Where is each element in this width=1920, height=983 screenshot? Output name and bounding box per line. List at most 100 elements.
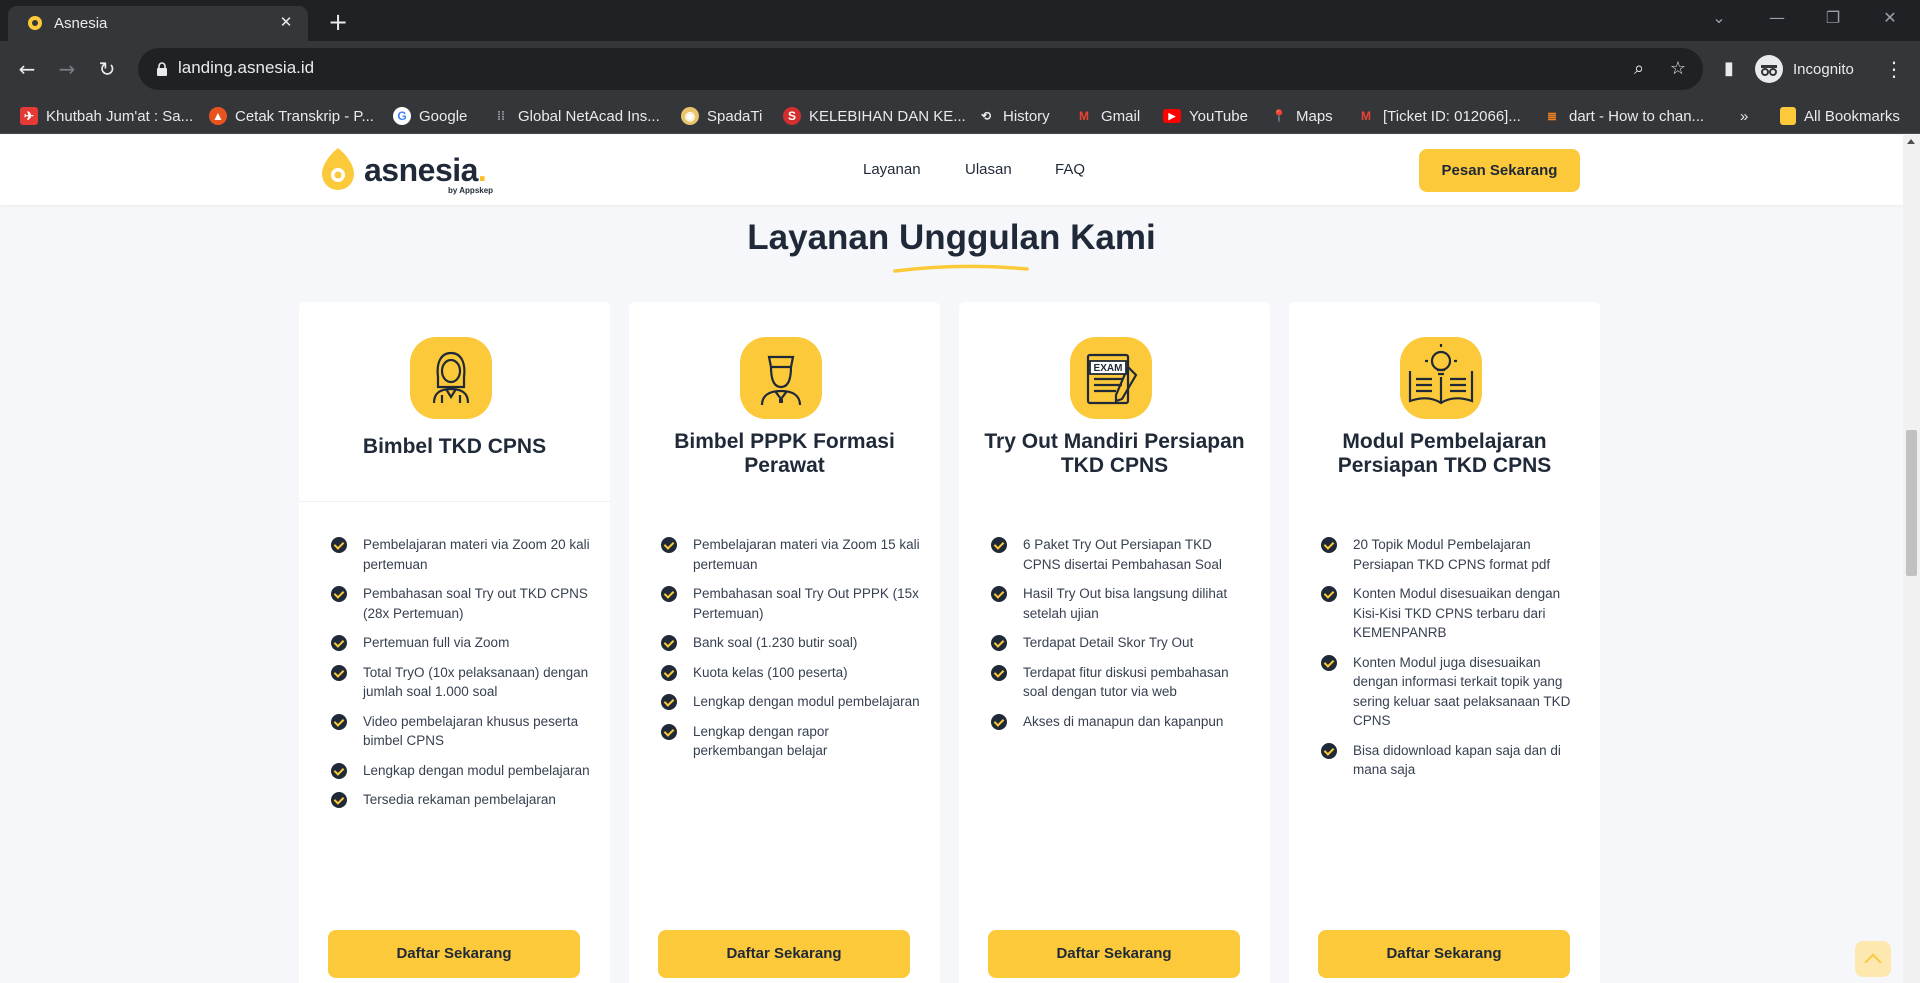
- section-title: Layanan Unggulan Kami: [747, 218, 1156, 257]
- feature-item: Pertemuan full via Zoom: [331, 633, 591, 653]
- daftar-sekarang-button[interactable]: Daftar Sekarang: [1318, 930, 1570, 978]
- bookmark-item[interactable]: G Google: [393, 105, 467, 127]
- page-viewport: asnesia. by Appskep Layanan Ulasan FAQ P…: [0, 135, 1903, 983]
- lock-icon: [157, 62, 167, 76]
- check-icon: [331, 635, 347, 651]
- service-card: Bimbel TKD CPNS Pembelajaran materi via …: [299, 302, 610, 983]
- gmail-icon: M: [1079, 109, 1089, 123]
- check-icon: [661, 694, 677, 710]
- nav-ulasan[interactable]: Ulasan: [965, 161, 1012, 178]
- scroll-to-top-button[interactable]: [1855, 941, 1891, 977]
- bookmark-item[interactable]: M Gmail: [1075, 105, 1140, 127]
- bookmark-item[interactable]: 📍 Maps: [1270, 105, 1333, 127]
- feature-list: Pembelajaran materi via Zoom 15 kali per…: [661, 535, 921, 771]
- bookmark-item[interactable]: ⁞⁞ Global NetAcad Ins...: [492, 105, 660, 127]
- restore-icon[interactable]: ❐: [1821, 8, 1845, 27]
- bookmark-item[interactable]: ▶ YouTube: [1163, 105, 1248, 127]
- cisco-icon: ⁞⁞: [497, 109, 505, 123]
- service-card: Modul Pembelajaran Persiapan TKD CPNS 20…: [1289, 302, 1600, 983]
- menu-kebab-icon[interactable]: ⋮: [1880, 55, 1908, 83]
- feature-list: 20 Topik Modul Pembelajaran Persiapan TK…: [1321, 535, 1581, 790]
- tab-search-icon[interactable]: ⌄: [1707, 8, 1731, 27]
- side-panel-icon[interactable]: ▮: [1715, 55, 1743, 83]
- card-title: Modul Pembelajaran Persiapan TKD CPNS: [1337, 430, 1552, 477]
- check-icon: [1321, 586, 1337, 602]
- browser-tabbar: Asnesia ✕ + ⌄ — ❐ ✕: [0, 0, 1920, 41]
- book-bulb-icon: [1400, 337, 1482, 419]
- nav-layanan[interactable]: Layanan: [863, 161, 921, 178]
- nurse-icon: [740, 337, 822, 419]
- address-bar[interactable]: landing.asnesia.id ⌕ ☆: [138, 48, 1703, 90]
- minimize-icon[interactable]: —: [1765, 8, 1789, 27]
- title-underline-decoration: [893, 264, 1029, 273]
- feature-item: Hasil Try Out bisa langsung dilihat sete…: [991, 584, 1251, 623]
- new-tab-icon[interactable]: +: [325, 10, 351, 36]
- check-icon: [661, 537, 677, 553]
- check-icon: [991, 664, 1007, 681]
- feature-item: Lengkap dengan modul pembelajaran: [331, 761, 591, 781]
- pesan-sekarang-button[interactable]: Pesan Sekarang: [1419, 149, 1580, 192]
- feature-item: Video pembelajaran khusus peserta bimbel…: [331, 712, 591, 751]
- service-card: EXAM Try Out Mandiri Persiapan TKD CPNS …: [959, 302, 1270, 983]
- scroll-up-icon[interactable]: [1907, 139, 1915, 144]
- feature-list: Pembelajaran materi via Zoom 20 kali per…: [331, 535, 591, 820]
- check-icon: [331, 537, 347, 553]
- exam-icon-text: EXAM: [1094, 363, 1123, 374]
- feature-item: Akses di manapun dan kapanpun: [991, 712, 1251, 732]
- check-icon: [991, 586, 1007, 602]
- check-icon: [661, 635, 677, 651]
- bookmarks-bar: ✈ Khutbah Jum'at : Sa... ▲ Cetak Transkrip…: [0, 97, 1920, 134]
- feature-item: Pembelajaran materi via Zoom 20 kali per…: [331, 535, 591, 574]
- maps-icon: 📍: [1271, 109, 1287, 123]
- all-bookmarks[interactable]: All Bookmarks: [1780, 105, 1900, 127]
- back-icon[interactable]: ←: [13, 55, 41, 83]
- scrollbar-thumb[interactable]: [1906, 430, 1917, 576]
- bookmark-item[interactable]: ✈ Khutbah Jum'at : Sa...: [20, 105, 193, 127]
- bookmark-item[interactable]: S KELEBIHAN DAN KE...: [783, 105, 966, 127]
- bookmarks-overflow-icon[interactable]: »: [1740, 105, 1748, 127]
- url-text: landing.asnesia.id: [178, 58, 315, 77]
- check-icon: [331, 792, 347, 808]
- feature-list: 6 Paket Try Out Persiapan TKD CPNS diser…: [991, 535, 1251, 741]
- spadati-icon: ◉: [681, 107, 699, 125]
- tab-title: Asnesia: [54, 15, 108, 32]
- youtube-icon: ▶: [1163, 109, 1181, 123]
- card-title: Bimbel PPPK Formasi Perawat: [674, 430, 895, 477]
- feature-item: Konten Modul juga disesuaikan dengan inf…: [1321, 653, 1581, 731]
- bookmark-item[interactable]: ≣ dart - How to chan...: [1543, 105, 1704, 127]
- daftar-sekarang-button[interactable]: Daftar Sekarang: [658, 930, 910, 978]
- feature-item: Pembahasan soal Try out TKD CPNS (28x Pe…: [331, 584, 591, 623]
- bookmark-item[interactable]: ◉ SpadaTi: [681, 105, 762, 127]
- check-icon: [991, 635, 1007, 651]
- bookmark-item[interactable]: ⟲ History: [977, 105, 1050, 127]
- tab-asnesia[interactable]: Asnesia ✕: [8, 6, 308, 41]
- close-window-icon[interactable]: ✕: [1878, 8, 1902, 27]
- daftar-sekarang-button[interactable]: Daftar Sekarang: [328, 930, 580, 978]
- asnesia-logo[interactable]: asnesia. by Appskep: [318, 146, 493, 195]
- feature-item: Pembelajaran materi via Zoom 15 kali per…: [661, 535, 921, 574]
- folder-icon: [1780, 107, 1796, 125]
- forward-icon[interactable]: →: [53, 55, 81, 83]
- bookmark-star-icon[interactable]: ☆: [1667, 58, 1689, 80]
- nav-faq[interactable]: FAQ: [1055, 161, 1085, 178]
- feature-item: Pembahasan soal Try Out PPPK (15x Pertem…: [661, 584, 921, 623]
- page-scrollbar[interactable]: [1903, 135, 1920, 983]
- incognito-profile[interactable]: Incognito: [1755, 48, 1854, 90]
- daftar-sekarang-button[interactable]: Daftar Sekarang: [988, 930, 1240, 978]
- feature-item: 20 Topik Modul Pembelajaran Persiapan TK…: [1321, 535, 1581, 574]
- incognito-icon: [1755, 55, 1783, 83]
- title-highlight: Unggulan: [899, 218, 1061, 257]
- reload-icon[interactable]: ↻: [93, 55, 121, 83]
- site-header: asnesia. by Appskep Layanan Ulasan FAQ P…: [0, 135, 1903, 205]
- bookmark-item[interactable]: M [Ticket ID: 012066]...: [1357, 105, 1521, 127]
- feature-item: Tersedia rekaman pembelajaran: [331, 790, 591, 810]
- cetak-icon: ▲: [209, 107, 227, 125]
- tab-close-icon[interactable]: ✕: [276, 12, 296, 32]
- bookmark-item[interactable]: ▲ Cetak Transkrip - P...: [209, 105, 374, 127]
- check-icon: [1321, 654, 1337, 671]
- feature-item: Terdapat fitur diskusi pembahasan soal d…: [991, 663, 1251, 702]
- feature-item: Lengkap dengan rapor perkembangan belaja…: [661, 722, 921, 761]
- logo-mark-icon: [322, 148, 354, 190]
- feature-item: Bank soal (1.230 butir soal): [661, 633, 921, 653]
- zoom-icon[interactable]: ⌕: [1628, 58, 1650, 80]
